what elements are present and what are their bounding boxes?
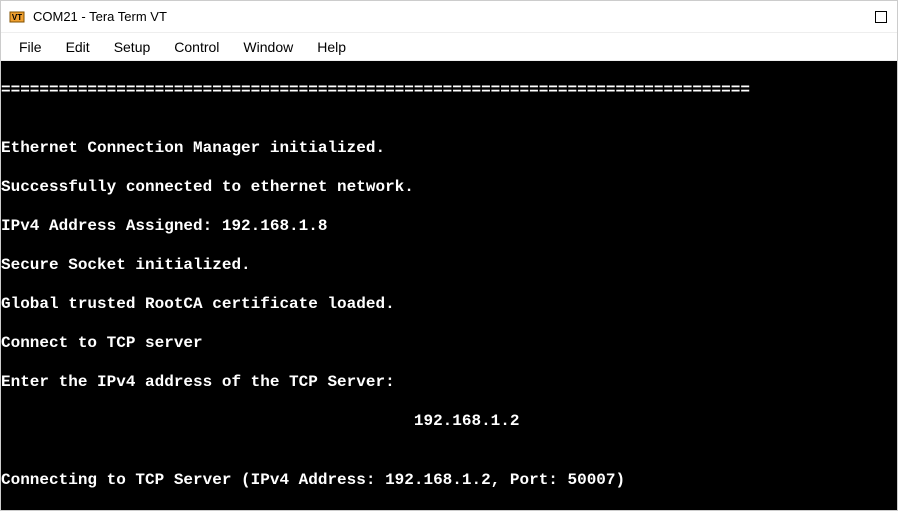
menu-control[interactable]: Control (162, 35, 231, 59)
terminal-line: Secure Socket initialized. (1, 256, 897, 276)
terminal-output[interactable]: ========================================… (1, 61, 897, 510)
terminal-line: 192.168.1.2 (1, 412, 897, 432)
app-window: VT COM21 - Tera Term VT File Edit Setup … (0, 0, 898, 511)
terminal-line: Enter the IPv4 address of the TCP Server… (1, 373, 897, 393)
window-controls (875, 1, 893, 33)
svg-text:VT: VT (12, 13, 22, 22)
terminal-line: Global trusted RootCA certificate loaded… (1, 295, 897, 315)
terminal-line: Connect to TCP server (1, 334, 897, 354)
terminal-line: Ethernet Connection Manager initialized. (1, 139, 897, 159)
menu-window[interactable]: Window (231, 35, 305, 59)
terminal-line: ========================================… (1, 81, 897, 101)
maximize-icon[interactable] (875, 11, 887, 23)
menubar: File Edit Setup Control Window Help (1, 33, 897, 61)
app-icon: VT (9, 9, 25, 25)
terminal-line: IPv4 Address Assigned: 192.168.1.8 (1, 217, 897, 237)
terminal-line: Successfully connected to ethernet netwo… (1, 178, 897, 198)
menu-file[interactable]: File (7, 35, 54, 59)
titlebar: VT COM21 - Tera Term VT (1, 1, 897, 33)
terminal-line: Connecting to TCP Server (IPv4 Address: … (1, 471, 897, 491)
window-title: COM21 - Tera Term VT (33, 9, 889, 24)
menu-setup[interactable]: Setup (102, 35, 163, 59)
menu-edit[interactable]: Edit (54, 35, 102, 59)
menu-help[interactable]: Help (305, 35, 358, 59)
